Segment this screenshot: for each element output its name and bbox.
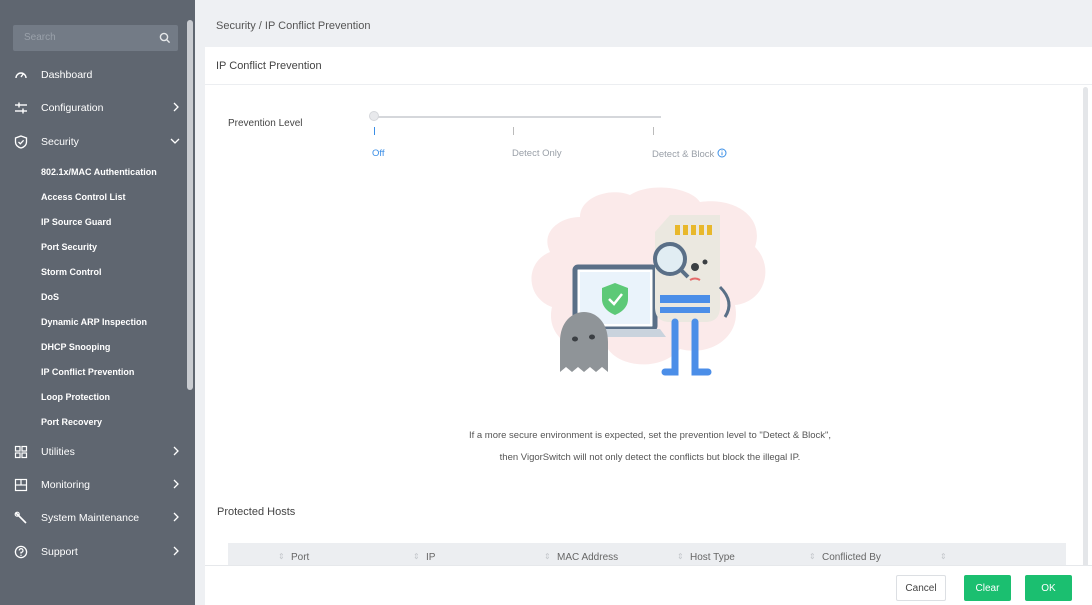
sidebar-subitem-storm-control[interactable]: Storm Control [41, 267, 102, 277]
chevron-right-icon [172, 512, 180, 525]
cancel-button[interactable]: Cancel [896, 575, 946, 601]
slider-tick-off [374, 127, 375, 135]
level-off[interactable]: Off [372, 148, 385, 159]
breadcrumb: Security / IP Conflict Prevention [216, 20, 371, 32]
sidebar-item-support[interactable]: Support [0, 537, 190, 567]
sidebar-subitem-dhcp-snooping[interactable]: DHCP Snooping [41, 342, 110, 352]
info-icon[interactable] [717, 148, 727, 160]
column-header-conflicted-by[interactable]: Conflicted By [822, 552, 881, 563]
sort-icon[interactable]: ⇕ [413, 552, 420, 561]
sidebar-item-label: Utilities [41, 446, 75, 458]
grid-icon [14, 445, 28, 459]
sidebar: Search Dashboard Configuration Security … [0, 0, 195, 605]
sidebar-subitem-dos[interactable]: DoS [41, 292, 59, 302]
sidebar-subitem-port-security[interactable]: Port Security [41, 242, 97, 252]
help-icon [14, 545, 28, 559]
protected-hosts-title: Protected Hosts [217, 506, 296, 518]
sidebar-subitem-dynamic-arp[interactable]: Dynamic ARP Inspection [41, 317, 147, 327]
monitor-icon [14, 478, 28, 492]
sidebar-subitem-port-recovery[interactable]: Port Recovery [41, 417, 102, 427]
sidebar-item-security[interactable]: Security [0, 127, 190, 157]
level-detect-only[interactable]: Detect Only [512, 148, 562, 159]
column-header-ip[interactable]: IP [426, 552, 435, 563]
prevention-level-label: Prevention Level [228, 118, 303, 129]
sidebar-item-label: Configuration [41, 102, 104, 114]
sliders-icon [14, 101, 28, 115]
ok-button[interactable]: OK [1025, 575, 1072, 601]
sort-icon[interactable]: ⇕ [278, 552, 285, 561]
search-box[interactable]: Search [13, 25, 178, 51]
level-detect-block-label: Detect & Block [652, 149, 715, 160]
level-detect-block[interactable]: Detect & Block [652, 148, 727, 160]
sidebar-subitem-ip-source-guard[interactable]: IP Source Guard [41, 217, 111, 227]
column-header-port[interactable]: Port [291, 552, 309, 563]
panel-header: IP Conflict Prevention [205, 47, 1092, 85]
panel-scrollbar[interactable] [1083, 87, 1088, 567]
chevron-right-icon [172, 102, 180, 115]
sidebar-item-label: Support [41, 546, 78, 558]
sidebar-subitem-acl[interactable]: Access Control List [41, 192, 126, 202]
sidebar-item-label: Dashboard [41, 69, 93, 81]
sort-icon[interactable]: ⇕ [809, 552, 816, 561]
sidebar-item-dashboard[interactable]: Dashboard [0, 60, 190, 90]
prevention-level-slider[interactable] [373, 116, 661, 118]
sort-icon[interactable]: ⇕ [677, 552, 684, 561]
security-illustration [531, 187, 766, 376]
column-header-host-type[interactable]: Host Type [690, 552, 735, 563]
sidebar-scrollbar[interactable] [187, 20, 193, 390]
chevron-right-icon [172, 479, 180, 492]
chevron-right-icon [172, 546, 180, 559]
sidebar-item-monitoring[interactable]: Monitoring [0, 470, 190, 500]
info-message-line1: If a more secure environment is expected… [468, 430, 832, 441]
sidebar-subitem-8021x[interactable]: 802.1x/MAC Authentication [41, 167, 157, 177]
info-message-line2: then VigorSwitch will not only detect th… [499, 452, 801, 463]
slider-tick-detect-only [513, 127, 514, 135]
slider-handle[interactable] [369, 111, 379, 121]
sidebar-item-label: System Maintenance [41, 512, 140, 524]
wrench-icon [14, 511, 28, 525]
sort-icon[interactable]: ⇕ [940, 552, 947, 561]
clear-button[interactable]: Clear [964, 575, 1011, 601]
sort-icon[interactable]: ⇕ [544, 552, 551, 561]
sidebar-item-label: Monitoring [41, 479, 91, 491]
column-header-mac-address[interactable]: MAC Address [557, 552, 618, 563]
search-input[interactable]: Search [24, 32, 56, 43]
search-icon[interactable] [159, 31, 171, 49]
dashboard-icon [14, 68, 28, 82]
sidebar-subitem-ip-conflict-prevention[interactable]: IP Conflict Prevention [41, 367, 134, 377]
shield-icon [14, 135, 28, 149]
sidebar-item-label: Security [41, 136, 79, 148]
sidebar-subitem-loop-protection[interactable]: Loop Protection [41, 392, 110, 402]
main-panel: IP Conflict Prevention Prevention Level … [205, 47, 1092, 605]
chevron-down-icon [170, 136, 180, 148]
sidebar-item-system-maintenance[interactable]: System Maintenance [0, 503, 190, 533]
page-title: IP Conflict Prevention [216, 60, 322, 72]
sidebar-item-configuration[interactable]: Configuration [0, 93, 190, 123]
chevron-right-icon [172, 446, 180, 459]
sidebar-item-utilities[interactable]: Utilities [0, 437, 190, 467]
slider-tick-detect-block [653, 127, 654, 135]
breadcrumb-bar: Security / IP Conflict Prevention [205, 10, 1092, 40]
footer-bar: Cancel Clear OK [205, 565, 1092, 605]
